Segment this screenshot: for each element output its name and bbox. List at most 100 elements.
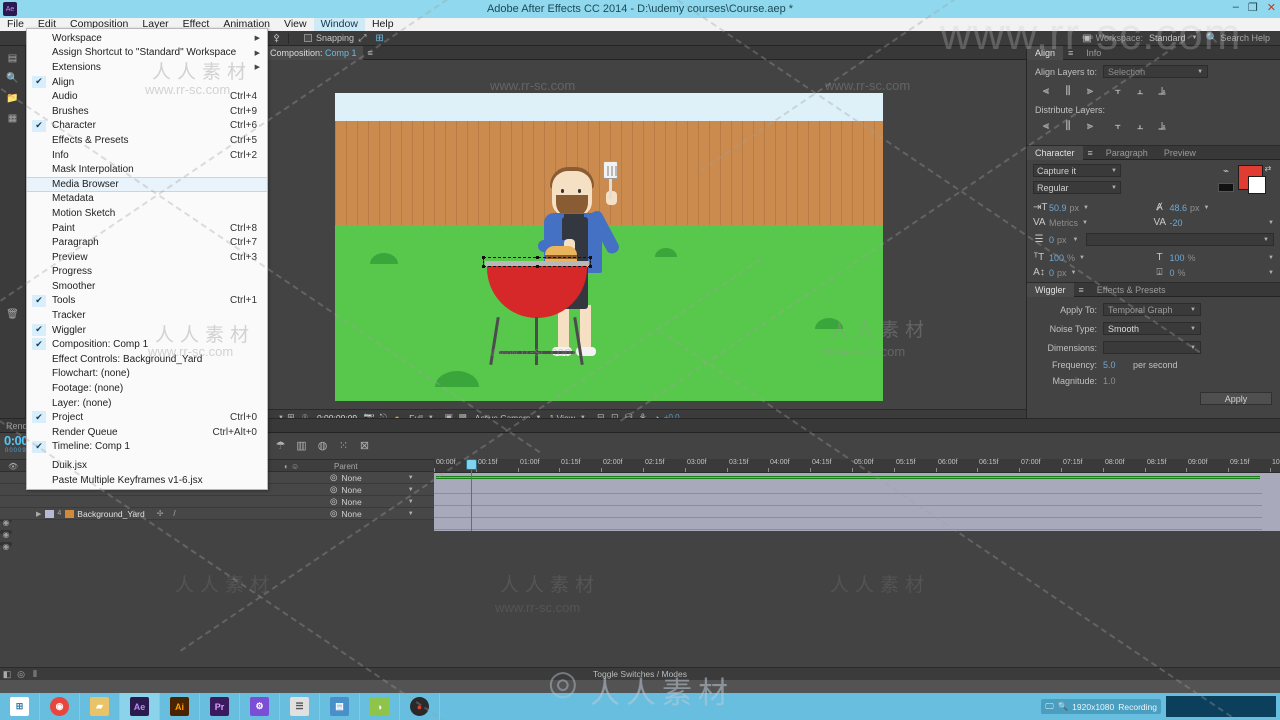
align-right-icon[interactable]: ⫸: [1079, 83, 1101, 99]
snapping-toggle[interactable]: Snapping: [304, 33, 354, 43]
menu-item-paint[interactable]: Paint Ctrl+8: [27, 221, 267, 236]
cti-handle[interactable]: [466, 459, 477, 470]
layer-expand-icon[interactable]: ▶: [36, 510, 41, 518]
work-area-bar[interactable]: [436, 476, 1260, 479]
noise-type-select[interactable]: Smooth ▼: [1103, 322, 1201, 335]
search-dock-icon[interactable]: 🔍: [4, 70, 22, 86]
tracking-field[interactable]: VA -20 ▼: [1154, 217, 1275, 228]
leading-field[interactable]: Ⱥ 48.6 px ▼: [1154, 202, 1275, 213]
taskbar-record[interactable]: ●: [400, 693, 440, 720]
font-style-select[interactable]: Regular ▼: [1033, 181, 1121, 194]
track-row-4[interactable]: [434, 518, 1262, 530]
menu-item-wiggler[interactable]: ✔ Wiggler: [27, 323, 267, 338]
workspace-box-icon[interactable]: ▣: [1079, 31, 1096, 45]
horizontal-scale-field[interactable]: T 100 % ▼: [1154, 252, 1274, 263]
tab-wiggler[interactable]: Wiggler: [1027, 282, 1074, 297]
track-row-1[interactable]: [434, 482, 1262, 494]
menu-item-audio[interactable]: Audio Ctrl+4: [27, 89, 267, 104]
stroke-color-swatch-outline[interactable]: [1248, 176, 1266, 194]
parent-chevron-down-icon[interactable]: ▼: [408, 475, 414, 481]
distribute-vertical-center-icon[interactable]: ⫼: [1057, 118, 1079, 134]
parent-chevron-down-icon[interactable]: ▼: [408, 511, 414, 517]
graph-editor-icon[interactable]: ⊠: [354, 435, 375, 455]
layer-selection-box[interactable]: [482, 256, 592, 268]
track-row-2[interactable]: [434, 494, 1262, 506]
menu-item-media-browser[interactable]: Media Browser: [27, 176, 267, 192]
taskbar-settings[interactable]: ⚙: [240, 693, 280, 720]
distribute-horizontal-center-icon[interactable]: ⫠: [1129, 118, 1151, 134]
snap-icon[interactable]: ⤢: [354, 31, 371, 45]
taskbar-explorer[interactable]: ▰: [80, 693, 120, 720]
align-bottom-icon[interactable]: ⫡: [1151, 83, 1173, 99]
menu-item-mask-interpolation[interactable]: Mask Interpolation: [27, 162, 267, 177]
menu-help[interactable]: Help: [365, 18, 401, 31]
stroke-order-select[interactable]: ▼: [1086, 233, 1274, 246]
minimize-button[interactable]: –: [1233, 1, 1239, 14]
menu-item-layer-none[interactable]: Layer: (none): [27, 396, 267, 411]
tab-info[interactable]: Info: [1078, 46, 1109, 60]
stroke-color-swatch[interactable]: [1218, 183, 1234, 192]
parent-pickwhip-icon[interactable]: ◎: [330, 472, 337, 483]
menu-item-tools[interactable]: ✔ Tools Ctrl+1: [27, 294, 267, 309]
apply-to-select[interactable]: Temporal Graph ▼: [1103, 303, 1201, 316]
hide-shy-layers-icon[interactable]: ☂: [270, 435, 291, 455]
font-size-field[interactable]: ⇥T 50.9 px ▼: [1033, 202, 1154, 213]
taskbar-clock[interactable]: [1166, 696, 1276, 717]
parent-chevron-down-icon[interactable]: ▼: [408, 487, 414, 493]
search-icon[interactable]: 🔍: [1203, 31, 1220, 45]
magnitude-value[interactable]: 1.0: [1103, 376, 1116, 386]
layer-name[interactable]: Background_Yard: [77, 509, 144, 519]
menu-item-duik-jsx[interactable]: Duik.jsx: [27, 458, 267, 473]
maximize-button[interactable]: ❐: [1248, 1, 1258, 14]
dimensions-select[interactable]: ▼: [1103, 341, 1201, 354]
menu-item-render-queue[interactable]: Render Queue Ctrl+Alt+0: [27, 425, 267, 440]
workspace-chevron-down-icon[interactable]: ▼: [1192, 35, 1198, 41]
eyedropper-icon[interactable]: ⌁: [1220, 166, 1232, 177]
timeline-ruler[interactable]: 00:00f 00:15f 01:00f 01:15f 02:00f 02:15f 03:0…: [434, 459, 1280, 473]
comp-dock-icon[interactable]: ▦: [4, 110, 22, 126]
menu-item-composition-comp-1[interactable]: ✔ Composition: Comp 1: [27, 337, 267, 352]
menu-item-effect-controls-background-yard[interactable]: Effect Controls: Background_Yard: [27, 352, 267, 367]
close-button[interactable]: ✕: [1267, 1, 1276, 14]
layer-visibility-icon[interactable]: ◉: [0, 530, 12, 539]
menu-item-character[interactable]: ✔ Character Ctrl+6: [27, 119, 267, 134]
menu-item-workspace[interactable]: Workspace ▶: [27, 31, 267, 46]
align-left-icon[interactable]: ⫷: [1035, 83, 1057, 99]
tab-effects-presets[interactable]: Effects & Presets: [1089, 283, 1174, 297]
tab-preview[interactable]: Preview: [1156, 146, 1204, 160]
track-row-3[interactable]: [434, 506, 1262, 518]
menu-item-footage-none[interactable]: Footage: (none): [27, 381, 267, 396]
parent-pickwhip-icon[interactable]: ◎: [330, 508, 337, 519]
distribute-right-icon[interactable]: ⫡: [1151, 118, 1173, 134]
taskbar-database[interactable]: ▤: [320, 693, 360, 720]
vertical-scale-field[interactable]: ᵀT 100 % ▼: [1033, 252, 1154, 263]
apply-button[interactable]: Apply: [1200, 392, 1272, 405]
taskbar-chrome[interactable]: ◉: [40, 693, 80, 720]
menu-item-paste-multiple-keyframes-v1-6-jsx[interactable]: Paste Multiple Keyframes v1-6.jsx: [27, 473, 267, 488]
menu-item-brushes[interactable]: Brushes Ctrl+9: [27, 104, 267, 119]
swap-colors-icon[interactable]: ⇄: [1262, 164, 1274, 173]
menu-item-tracker[interactable]: Tracker: [27, 308, 267, 323]
folder-dock-icon[interactable]: 📁: [4, 90, 22, 106]
taskbar-after-effects[interactable]: Ae: [120, 693, 160, 720]
window-menu-dropdown[interactable]: Workspace ▶ Assign Shortcut to "Standard" …: [26, 28, 268, 491]
menu-item-paragraph[interactable]: Paragraph Ctrl+7: [27, 235, 267, 250]
menu-view[interactable]: View: [277, 18, 314, 31]
wiggler-panel-menu-icon[interactable]: ≡: [1074, 285, 1089, 295]
delete-dock-icon[interactable]: 🗑: [4, 306, 22, 322]
table-row[interactable]: ◉ ◎ None ▼: [0, 496, 434, 539]
align-horizontal-center-icon[interactable]: ⫼: [1057, 83, 1079, 99]
composition-panel-menu-icon[interactable]: ≡: [363, 48, 378, 58]
align-panel-menu-icon[interactable]: ≡: [1063, 48, 1078, 58]
motion-blur-icon[interactable]: ◍: [312, 435, 333, 455]
taskbar-start[interactable]: ⊞: [0, 693, 40, 720]
menu-item-timeline-comp-1[interactable]: ✔ Timeline: Comp 1: [27, 440, 267, 455]
snapping-checkbox[interactable]: [304, 34, 312, 42]
current-time-indicator[interactable]: [466, 459, 477, 531]
parent-pickwhip-icon[interactable]: ◎: [330, 484, 337, 495]
character-panel-menu-icon[interactable]: ≡: [1083, 148, 1098, 158]
align-layers-to-select[interactable]: Selection ▼: [1103, 65, 1209, 78]
baseline-shift-field[interactable]: A↕ 0 px ▼: [1033, 267, 1154, 278]
toggle-switches-modes-label[interactable]: Toggle Switches / Modes: [0, 669, 1280, 679]
parent-chevron-down-icon[interactable]: ▼: [408, 499, 414, 505]
